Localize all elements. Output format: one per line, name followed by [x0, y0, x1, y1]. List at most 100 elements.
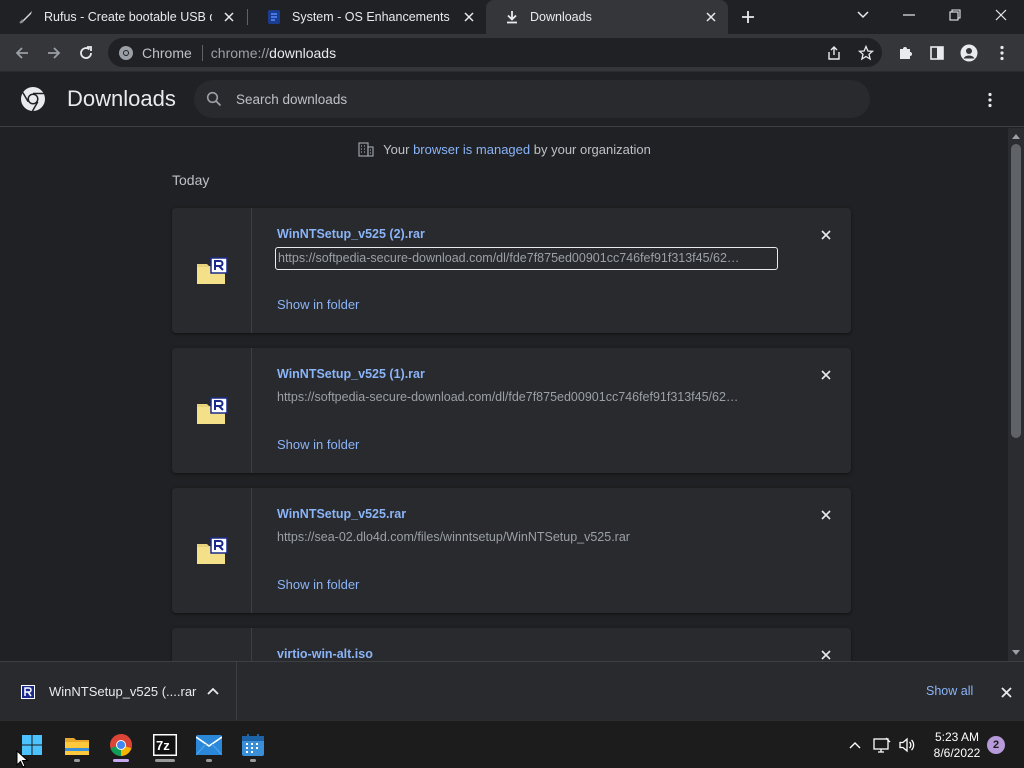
file-icon-column — [172, 208, 252, 333]
download-shelf: WinNTSetup_v525 (....rar Show all — [0, 661, 1024, 721]
calendar-icon[interactable] — [235, 727, 271, 763]
search-box[interactable] — [194, 80, 870, 118]
close-shelf-icon[interactable] — [997, 683, 1015, 701]
downloads-list: Your browser is managed by your organiza… — [0, 128, 1008, 661]
close-window-button[interactable] — [978, 0, 1024, 30]
close-tab-icon[interactable] — [220, 8, 238, 26]
scroll-thumb[interactable] — [1011, 144, 1021, 438]
managed-notice: Your browser is managed by your organiza… — [0, 140, 1008, 158]
file-name-link[interactable]: virtio-win-alt.iso — [277, 647, 373, 661]
file-url-link[interactable]: https://softpedia-secure-download.com/dl… — [275, 247, 778, 270]
clock-time: 5:23 AM — [934, 730, 980, 744]
scroll-up-icon[interactable] — [1011, 131, 1021, 141]
file-name-link[interactable]: WinNTSetup_v525 (2).rar — [277, 227, 425, 241]
download-item: WinNTSetup_v525 (2).rar https://softpedi… — [172, 208, 851, 333]
chrome-logo-icon — [21, 87, 45, 112]
downloads-header: Downloads — [0, 72, 1024, 127]
address-bar[interactable]: Chrome chrome:// downloads — [108, 38, 882, 67]
download-icon — [504, 9, 520, 25]
7zip-icon[interactable]: 7z — [147, 727, 183, 763]
remove-download-icon[interactable] — [816, 645, 836, 661]
extensions-puzzle-icon[interactable] — [890, 38, 920, 68]
restore-button[interactable] — [932, 0, 978, 30]
tab-rufus[interactable]: Rufus - Create bootable USB drive — [0, 0, 246, 34]
search-icon — [204, 89, 224, 109]
bookmark-star-icon[interactable] — [851, 38, 881, 68]
file-name-link[interactable]: WinNTSetup_v525 (1).rar — [277, 367, 425, 381]
remove-download-icon[interactable] — [816, 225, 836, 245]
building-icon — [357, 140, 375, 158]
download-item: WinNTSetup_v525 (1).rar https://softpedi… — [172, 348, 851, 473]
remove-download-icon[interactable] — [816, 365, 836, 385]
active-indicator — [113, 759, 129, 762]
network-icon[interactable] — [872, 735, 892, 755]
show-in-folder-link[interactable]: Show in folder — [277, 577, 359, 592]
chrome-taskbar-icon[interactable] — [103, 727, 139, 763]
windows-taskbar: 7z 5:23 AM 8/6/2022 2 — [0, 720, 1024, 768]
tab-title: System - OS Enhancements Downloads — [292, 10, 452, 24]
close-tab-icon[interactable] — [702, 8, 720, 26]
file-icon-column — [172, 348, 252, 473]
more-actions-icon[interactable] — [978, 88, 1002, 112]
search-input[interactable] — [236, 91, 836, 107]
show-in-folder-link[interactable]: Show in folder — [277, 297, 359, 312]
managed-suffix: by your organization — [533, 141, 651, 157]
file-icon-column — [172, 488, 252, 613]
close-tab-icon[interactable] — [460, 8, 478, 26]
running-indicator — [155, 759, 175, 762]
tab-title: Rufus - Create bootable USB drive — [44, 10, 212, 24]
shelf-file-name: WinNTSetup_v525 (....rar — [49, 684, 197, 699]
download-item: virtio-win-alt.iso — [172, 628, 851, 661]
side-panel-icon[interactable] — [922, 38, 952, 68]
minimize-button[interactable] — [886, 0, 932, 30]
shelf-download-item[interactable]: WinNTSetup_v525 (....rar — [0, 662, 237, 721]
url-scheme: chrome:// — [210, 44, 270, 61]
date-section-label: Today — [172, 172, 210, 188]
remove-download-icon[interactable] — [816, 505, 836, 525]
chevron-up-icon[interactable] — [205, 683, 221, 699]
softpedia-icon — [266, 9, 282, 25]
rar-file-icon — [196, 536, 228, 564]
file-url-link[interactable]: https://softpedia-secure-download.com/dl… — [275, 387, 778, 410]
chrome-menu-icon[interactable] — [987, 38, 1017, 68]
managed-link[interactable]: browser is managed — [413, 142, 530, 157]
show-all-button[interactable]: Show all — [926, 684, 973, 698]
running-indicator — [206, 759, 212, 762]
rar-file-icon — [196, 256, 228, 284]
mouse-cursor-icon — [16, 750, 29, 768]
download-item: WinNTSetup_v525.rar https://sea-02.dlo4d… — [172, 488, 851, 613]
file-icon-column — [172, 628, 252, 661]
reload-button[interactable] — [71, 38, 101, 68]
notification-badge[interactable]: 2 — [987, 736, 1005, 754]
rufus-icon — [18, 9, 34, 25]
tray-overflow-chevron-icon[interactable] — [845, 735, 865, 755]
tab-softpedia[interactable]: System - OS Enhancements Downloads — [248, 0, 486, 34]
rar-file-icon — [21, 684, 35, 699]
share-icon[interactable] — [819, 38, 849, 68]
volume-icon[interactable] — [897, 735, 917, 755]
profile-avatar-icon[interactable] — [954, 38, 984, 68]
file-url-link[interactable]: https://sea-02.dlo4d.com/files/winntsetu… — [275, 527, 778, 550]
scroll-down-icon[interactable] — [1011, 648, 1021, 658]
taskbar-clock[interactable]: 5:23 AM 8/6/2022 — [924, 729, 990, 761]
svg-text:7z: 7z — [156, 738, 170, 753]
page-scrollbar[interactable] — [1008, 128, 1024, 661]
url-host: downloads — [269, 44, 337, 61]
clock-date: 8/6/2022 — [933, 746, 981, 760]
chrome-icon — [119, 45, 133, 60]
tab-downloads[interactable]: Downloads — [486, 0, 728, 34]
site-info-chip[interactable]: Chrome — [108, 45, 192, 61]
show-in-folder-link[interactable]: Show in folder — [277, 437, 359, 452]
running-indicator — [74, 759, 80, 762]
file-explorer-icon[interactable] — [59, 727, 95, 763]
browser-toolbar: Chrome chrome:// downloads — [0, 34, 1024, 72]
site-chip-label: Chrome — [142, 44, 192, 61]
file-name-link[interactable]: WinNTSetup_v525.rar — [277, 507, 406, 521]
back-button[interactable] — [7, 38, 37, 68]
new-tab-button[interactable] — [737, 6, 759, 28]
running-indicator — [250, 759, 256, 762]
managed-prefix: Your — [383, 141, 410, 157]
forward-button[interactable] — [39, 38, 69, 68]
tab-search-chevron-icon[interactable] — [840, 0, 886, 30]
mail-icon[interactable] — [191, 727, 227, 763]
